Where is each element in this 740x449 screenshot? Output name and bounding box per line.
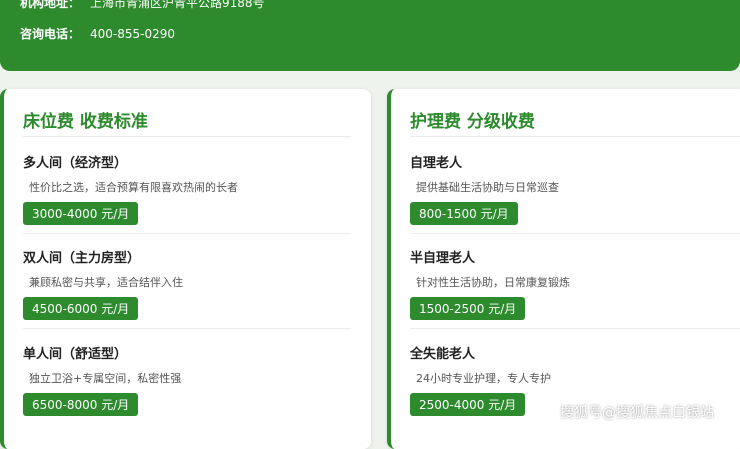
care-fee-card: 护理费 分级收费 自理老人 提供基础生活协助与日常巡查 800-1500 元/月… <box>387 89 740 449</box>
price-badge: 2500-4000 元/月 <box>410 393 526 416</box>
address-row: 机构地址： 上海市青浦区沪青平公路9188号 <box>20 0 265 11</box>
room-item-single: 单人间（舒适型） 独立卫浴+专属空间，私密性强 6500-8000 元/月 <box>23 343 181 416</box>
item-description: 针对性生活协助，日常康复锻炼 <box>416 276 570 289</box>
phone-value[interactable]: 400-855-0290 <box>90 27 175 41</box>
item-description: 提供基础生活协助与日常巡查 <box>416 181 559 194</box>
care-item-full: 全失能老人 24小时专业护理，专人专护 2500-4000 元/月 <box>410 343 551 416</box>
price-badge: 3000-4000 元/月 <box>23 202 139 225</box>
price-badge: 1500-2500 元/月 <box>410 297 526 320</box>
item-description: 性价比之选，适合预算有限喜欢热闹的长者 <box>29 181 238 194</box>
item-divider <box>410 328 740 329</box>
bed-fee-card: 床位费 收费标准 多人间（经济型） 性价比之选，适合预算有限喜欢热闹的长者 30… <box>0 89 371 449</box>
item-name: 全失能老人 <box>410 347 476 362</box>
phone-label: 咨询电话： <box>20 27 81 41</box>
bed-fee-title: 床位费 收费标准 <box>23 112 148 132</box>
title-divider <box>23 136 351 137</box>
contact-header: 机构地址： 上海市青浦区沪青平公路9188号 咨询电话： 400-855-0290 <box>0 0 740 71</box>
item-divider <box>23 328 351 329</box>
watermark: 搜狐号@搜狐焦点白银站 <box>560 405 714 421</box>
item-name: 自理老人 <box>410 156 463 171</box>
care-item-semi: 半自理老人 针对性生活协助，日常康复锻炼 1500-2500 元/月 <box>410 247 570 320</box>
item-name: 多人间（经济型） <box>23 156 128 171</box>
price-badge: 4500-6000 元/月 <box>23 297 139 320</box>
item-divider <box>23 233 351 234</box>
address-label: 机构地址： <box>20 0 81 10</box>
item-description: 24小时专业护理，专人专护 <box>416 372 551 385</box>
price-badge: 6500-8000 元/月 <box>23 393 139 416</box>
item-name: 双人间（主力房型） <box>23 251 141 266</box>
room-item-double: 双人间（主力房型） 兼顾私密与共享，适合结伴入住 4500-6000 元/月 <box>23 247 183 320</box>
phone-row: 咨询电话： 400-855-0290 <box>20 25 175 42</box>
item-name: 半自理老人 <box>410 251 476 266</box>
care-item-self: 自理老人 提供基础生活协助与日常巡查 800-1500 元/月 <box>410 152 559 225</box>
room-item-multi: 多人间（经济型） 性价比之选，适合预算有限喜欢热闹的长者 3000-4000 元… <box>23 152 238 225</box>
address-value: 上海市青浦区沪青平公路9188号 <box>90 0 265 10</box>
item-name: 单人间（舒适型） <box>23 347 128 362</box>
care-fee-title: 护理费 分级收费 <box>410 112 535 132</box>
item-description: 独立卫浴+专属空间，私密性强 <box>29 372 182 385</box>
item-divider <box>410 233 740 234</box>
item-description: 兼顾私密与共享，适合结伴入住 <box>29 276 183 289</box>
title-divider <box>410 136 740 137</box>
price-badge: 800-1500 元/月 <box>410 202 518 225</box>
